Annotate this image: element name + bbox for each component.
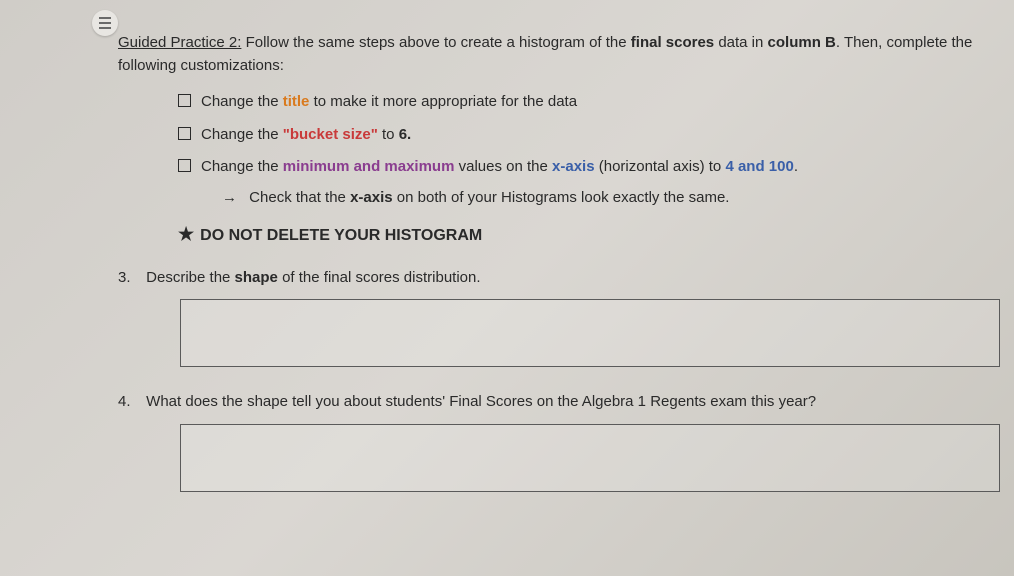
- customization-checklist: Change the title to make it more appropr…: [178, 91, 974, 179]
- answer-box-3[interactable]: [180, 299, 1000, 367]
- heading-title: Guided Practice 2:: [118, 34, 241, 51]
- checkbox-icon[interactable]: [178, 127, 191, 140]
- arrow-icon: →: [222, 189, 237, 206]
- checklist-item-2: Change the "bucket size" to 6.: [178, 124, 974, 147]
- checkbox-icon[interactable]: [178, 159, 191, 172]
- checklist-item-3: Change the minimum and maximum values on…: [178, 156, 974, 179]
- hamburger-menu-icon[interactable]: [92, 10, 118, 36]
- answer-box-4[interactable]: [180, 424, 1000, 492]
- checkbox-icon[interactable]: [178, 94, 191, 107]
- warning-line: ★DO NOT DELETE YOUR HISTOGRAM: [178, 224, 974, 245]
- checklist-item-1: Change the title to make it more appropr…: [178, 91, 974, 114]
- question-3: 3. Describe the shape of the final score…: [118, 267, 974, 290]
- question-4: 4. What does the shape tell you about st…: [118, 391, 974, 414]
- document-content: Guided Practice 2: Follow the same steps…: [0, 0, 1014, 492]
- star-icon: ★: [178, 224, 194, 244]
- guided-practice-heading: Guided Practice 2: Follow the same steps…: [118, 32, 974, 77]
- checklist-sub-item: → Check that the x-axis on both of your …: [222, 189, 974, 206]
